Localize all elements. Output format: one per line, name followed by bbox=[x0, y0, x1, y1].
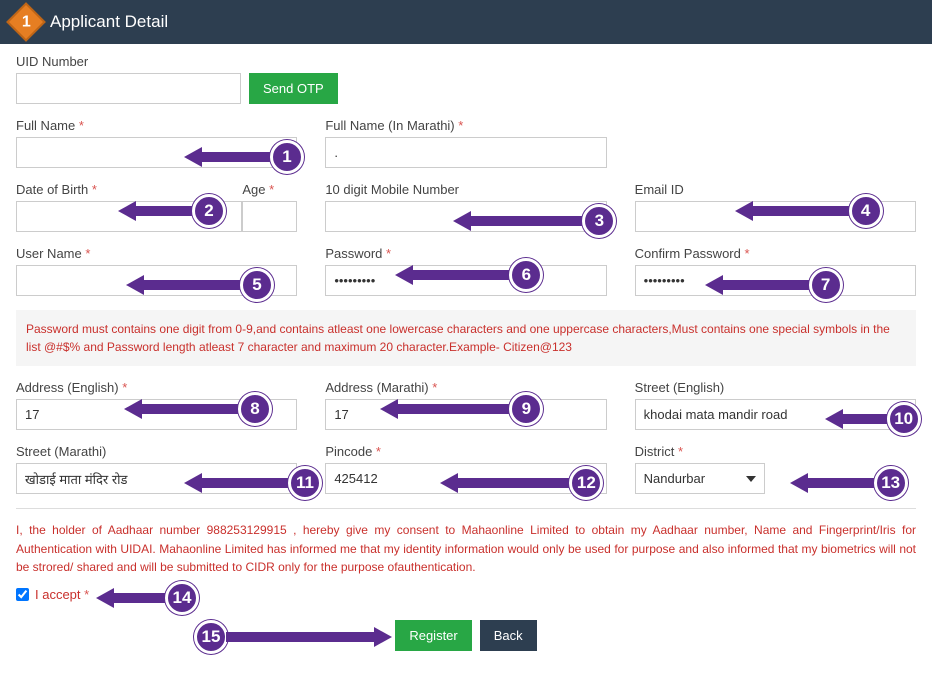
form-container: UID Number Send OTP Full Name 1 Full Nam… bbox=[0, 44, 932, 671]
divider bbox=[16, 508, 916, 509]
email-label: Email ID bbox=[635, 182, 916, 197]
annotation-15: 15 bbox=[194, 620, 392, 654]
accept-checkbox[interactable] bbox=[16, 588, 29, 601]
pincode-input[interactable] bbox=[325, 463, 606, 494]
addr-en-label: Address (English) bbox=[16, 380, 297, 395]
uid-label: UID Number bbox=[16, 54, 916, 69]
mobile-input[interactable] bbox=[325, 201, 606, 232]
age-input[interactable] bbox=[242, 201, 297, 232]
street-en-label: Street (English) bbox=[635, 380, 916, 395]
dob-input[interactable] bbox=[16, 201, 242, 232]
confirm-password-input[interactable] bbox=[635, 265, 916, 296]
mobile-label: 10 digit Mobile Number bbox=[325, 182, 606, 197]
dob-label: Date of Birth bbox=[16, 182, 242, 197]
fullname-input[interactable] bbox=[16, 137, 297, 168]
addr-en-input[interactable] bbox=[16, 399, 297, 430]
step-badge: 1 bbox=[6, 2, 46, 42]
district-label: District bbox=[635, 444, 916, 459]
password-input[interactable] bbox=[325, 265, 606, 296]
section-header: 1 Applicant Detail bbox=[0, 0, 932, 44]
send-otp-button[interactable]: Send OTP bbox=[249, 73, 338, 104]
accept-label: I accept bbox=[35, 587, 89, 602]
confirm-password-label: Confirm Password bbox=[635, 246, 916, 261]
uid-input[interactable] bbox=[16, 73, 241, 104]
username-label: User Name bbox=[16, 246, 297, 261]
back-button[interactable]: Back bbox=[480, 620, 537, 651]
fullname-mr-label: Full Name (In Marathi) bbox=[325, 118, 606, 133]
addr-mr-input[interactable] bbox=[325, 399, 606, 430]
annotation-14: 14 bbox=[96, 581, 199, 615]
password-hint: Password must contains one digit from 0-… bbox=[16, 310, 916, 366]
email-input[interactable] bbox=[635, 201, 916, 232]
password-label: Password bbox=[325, 246, 606, 261]
addr-mr-label: Address (Marathi) bbox=[325, 380, 606, 395]
fullname-mr-input[interactable] bbox=[325, 137, 606, 168]
street-mr-label: Street (Marathi) bbox=[16, 444, 297, 459]
register-button[interactable]: Register bbox=[395, 620, 471, 651]
street-en-input[interactable] bbox=[635, 399, 916, 430]
street-mr-input[interactable] bbox=[16, 463, 297, 494]
page-title: Applicant Detail bbox=[50, 12, 168, 32]
step-number: 1 bbox=[22, 13, 31, 31]
username-input[interactable] bbox=[16, 265, 297, 296]
consent-text: I, the holder of Aadhaar number 98825312… bbox=[16, 519, 916, 587]
annotation-13: 13 bbox=[790, 466, 908, 500]
age-label: Age bbox=[242, 182, 297, 197]
fullname-label: Full Name bbox=[16, 118, 297, 133]
pincode-label: Pincode bbox=[325, 444, 606, 459]
district-select[interactable]: Nandurbar bbox=[635, 463, 765, 494]
